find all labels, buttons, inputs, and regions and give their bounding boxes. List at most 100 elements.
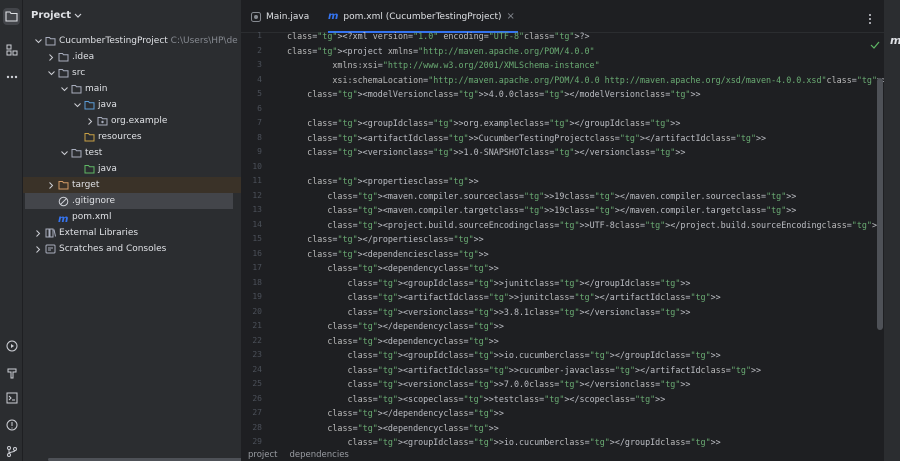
project-panel: Project CucumberTestingProject C:\Users\… <box>23 0 241 461</box>
tree-item-idea[interactable]: .idea <box>23 49 241 65</box>
line-number: 14 <box>252 219 262 229</box>
code-line[interactable]: class="tg"><?xml version="1.0" encoding=… <box>287 29 877 44</box>
git-tool-icon[interactable] <box>3 442 20 459</box>
chevron-right-icon[interactable] <box>46 49 56 65</box>
tree-item-pom-xml[interactable]: m pom.xml <box>23 209 241 225</box>
tree-item-org-example[interactable]: org.example <box>23 113 241 129</box>
code-line[interactable]: class="tg"><artifactIdclass="tg">>junitc… <box>287 290 877 305</box>
structure-tool-icon[interactable] <box>3 41 20 58</box>
folder-icon <box>58 52 69 62</box>
project-tool-icon[interactable] <box>3 8 20 25</box>
line-number: 9 <box>257 147 262 156</box>
chevron-right-icon[interactable] <box>46 177 56 193</box>
chevron-down-icon[interactable] <box>59 81 69 97</box>
chevron-down-icon[interactable] <box>46 65 56 81</box>
line-number: 13 <box>252 205 262 214</box>
project-panel-header[interactable]: Project <box>31 10 82 21</box>
vertical-scrollbar[interactable] <box>877 78 883 330</box>
tree-item-test[interactable]: test <box>23 145 241 161</box>
code-line[interactable] <box>287 102 877 117</box>
code-line[interactable]: class="tg"><dependenciesclass="tg">> <box>287 247 877 262</box>
line-number: 16 <box>252 248 262 258</box>
tree-item-cucumbertestingproject[interactable]: CucumberTestingProject C:\Users\HP\de <box>23 33 241 49</box>
chevron-down-icon[interactable] <box>33 33 43 49</box>
code-line[interactable]: class="tg"><groupIdclass="tg">>io.cucumb… <box>287 435 877 450</box>
tree-item-java[interactable]: java <box>23 161 241 177</box>
code-line[interactable]: class="tg"><project.build.sourceEncoding… <box>287 218 882 233</box>
code-line[interactable]: class="tg"><groupIdclass="tg">>junitclas… <box>287 276 877 291</box>
package-icon <box>97 116 108 126</box>
more-tools-icon[interactable] <box>3 68 20 85</box>
project-panel-title: Project <box>31 10 72 21</box>
code-line[interactable] <box>287 160 877 175</box>
chevron-right-icon[interactable] <box>85 113 95 129</box>
code-line[interactable]: xmlns:xsi="http://www.w3.org/2001/XMLSch… <box>287 58 877 73</box>
code-line[interactable]: class="tg"><dependencyclass="tg">> <box>287 334 877 349</box>
line-number: 27 <box>252 408 262 417</box>
code-line[interactable]: class="tg"><dependencyclass="tg">> <box>287 261 877 276</box>
chevron-down-icon[interactable] <box>59 145 69 161</box>
maven-tool-icon[interactable]: m <box>890 34 900 47</box>
tree-item-main[interactable]: main <box>23 81 241 97</box>
tree-item-label: java <box>98 100 117 110</box>
code-line[interactable]: class="tg"><modelVersionclass="tg">>4.0.… <box>287 87 877 102</box>
breadcrumb-item[interactable]: dependencies <box>290 450 349 461</box>
tree-item-gitignore[interactable]: .gitignore <box>25 193 233 209</box>
tree-item-target[interactable]: target <box>23 177 241 193</box>
code-line[interactable]: class="tg"><groupIdclass="tg">>io.cucumb… <box>287 348 877 363</box>
tree-item-java[interactable]: java <box>23 97 241 113</box>
editor-area: Main.java m pom.xml (CucumberTestingProj… <box>241 0 887 461</box>
code-line[interactable]: class="tg"></dependencyclass="tg">> <box>287 406 877 421</box>
breadcrumb-item[interactable]: project <box>248 450 278 461</box>
tree-item-label: org.example <box>111 116 168 126</box>
close-icon[interactable]: × <box>507 11 515 22</box>
tree-item-label: resources <box>98 132 142 142</box>
code-line[interactable]: class="tg"><maven.compiler.sourceclass="… <box>287 189 877 204</box>
code-line[interactable]: class="tg"><scopeclass="tg">>testclass="… <box>287 392 877 407</box>
build-tool-icon[interactable] <box>3 364 20 381</box>
tree-item-label: .idea <box>72 52 95 62</box>
tree-item-label: pom.xml <box>72 212 112 222</box>
code-line[interactable]: class="tg"><groupIdclass="tg">>org.examp… <box>287 116 877 131</box>
code-line[interactable]: class="tg"><maven.compiler.targetclass="… <box>287 203 877 218</box>
code-line[interactable]: class="tg"><dependencyclass="tg">> <box>287 421 877 436</box>
folder-icon <box>58 68 69 78</box>
tree-item-label: Scratches and Consoles <box>59 244 167 254</box>
services-tool-icon[interactable] <box>3 337 20 354</box>
tree-item-label: java <box>98 164 117 174</box>
line-number: 20 <box>252 306 262 316</box>
tree-item-label: .gitignore <box>72 196 116 206</box>
line-number: 29 <box>252 437 262 446</box>
tree-item-src[interactable]: src <box>23 65 241 81</box>
code-line[interactable]: class="tg"><versionclass="tg">>7.0.0clas… <box>287 377 877 392</box>
more-options-icon[interactable] <box>868 10 874 24</box>
code-editor[interactable]: class="tg"><?xml version="1.0" encoding=… <box>287 29 887 450</box>
ide-window: Project CucumberTestingProject C:\Users\… <box>0 0 900 461</box>
chevron-right-icon[interactable] <box>33 241 43 257</box>
tab-label: pom.xml (CucumberTestingProject) <box>343 11 502 22</box>
chevron-down-icon[interactable] <box>72 97 82 113</box>
code-line[interactable]: class="tg"></propertiesclass="tg">> <box>287 232 877 247</box>
code-line[interactable]: class="tg"><artifactIdclass="tg">>cucumb… <box>287 363 877 378</box>
code-line[interactable]: xsi:schemaLocation="http://maven.apache.… <box>287 73 887 88</box>
tree-item-scratches-and-consoles[interactable]: Scratches and Consoles <box>23 241 241 257</box>
chevron-right-icon[interactable] <box>33 225 43 241</box>
code-line[interactable]: class="tg"><versionclass="tg">>3.8.1clas… <box>287 305 877 320</box>
code-line[interactable]: class="tg"><project xmlns="http://maven.… <box>287 44 877 59</box>
java-file-icon <box>251 11 261 22</box>
problems-tool-icon[interactable] <box>3 416 20 433</box>
tree-item-resources[interactable]: resources <box>23 129 241 145</box>
test-folder-icon <box>84 164 95 174</box>
tree-item-external-libraries[interactable]: External Libraries <box>23 225 241 241</box>
line-number: 24 <box>252 364 262 374</box>
code-line[interactable]: class="tg"><artifactIdclass="tg">>Cucumb… <box>287 131 877 146</box>
project-path: C:\Users\HP\de <box>167 36 238 46</box>
code-line[interactable]: class="tg"><versionclass="tg">>1.0-SNAPS… <box>287 145 877 160</box>
code-line[interactable]: class="tg"><propertiesclass="tg">> <box>287 174 877 189</box>
code-line[interactable]: class="tg"></dependencyclass="tg">> <box>287 319 877 334</box>
tree-item-label: External Libraries <box>59 228 139 238</box>
line-number: 17 <box>252 263 262 272</box>
breadcrumb: project dependencies <box>241 450 884 461</box>
maven-icon: m <box>58 214 69 225</box>
terminal-tool-icon[interactable] <box>3 389 20 406</box>
